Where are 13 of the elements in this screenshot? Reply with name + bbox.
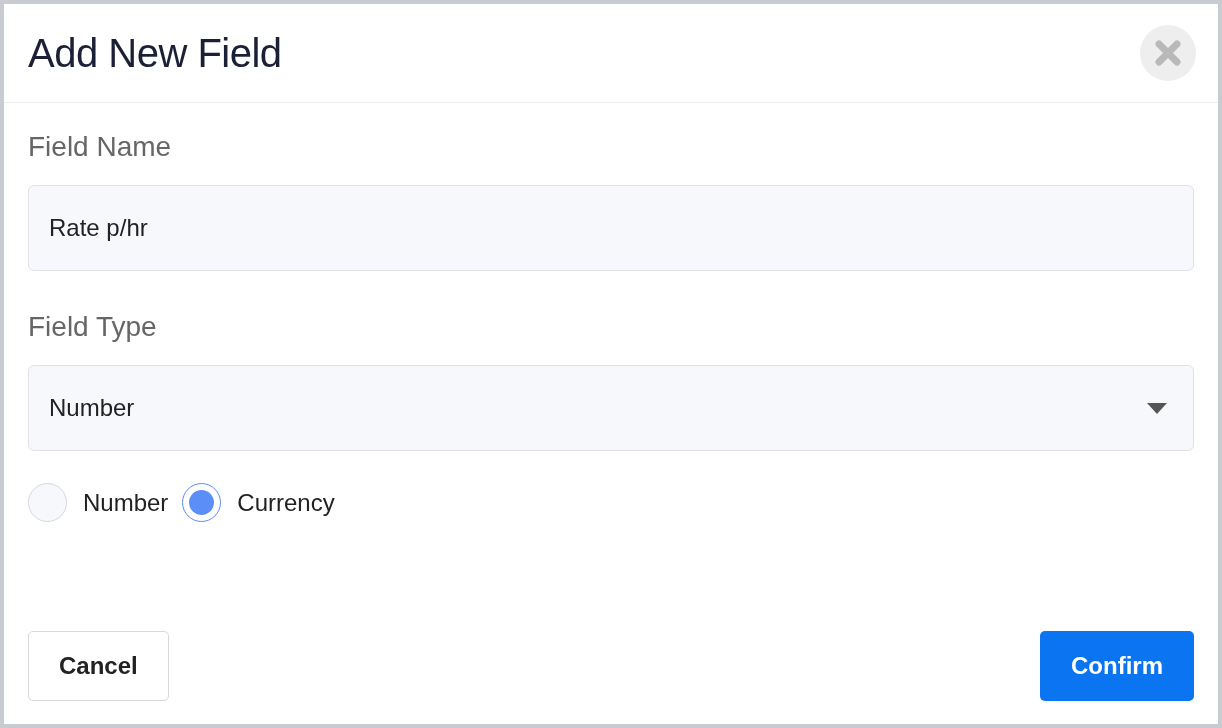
dialog-title: Add New Field xyxy=(28,30,282,76)
name-input-field[interactable]: Rate p/hr xyxy=(28,185,1194,271)
field-label: Field Name xyxy=(28,131,173,163)
radio-button[interactable] xyxy=(182,483,222,522)
cancel-button[interactable]: Cancel xyxy=(28,631,169,701)
close-icon xyxy=(1154,39,1182,67)
close-button[interactable] xyxy=(1140,25,1196,81)
radio-label: Number xyxy=(83,488,169,517)
field-label: Field Type xyxy=(28,311,158,343)
type-dropdown[interactable]: Number xyxy=(28,365,1194,451)
caret-icon xyxy=(1147,402,1167,414)
confirm-button[interactable]: Confirm xyxy=(1040,631,1194,701)
radio-label: Currency xyxy=(237,488,335,517)
